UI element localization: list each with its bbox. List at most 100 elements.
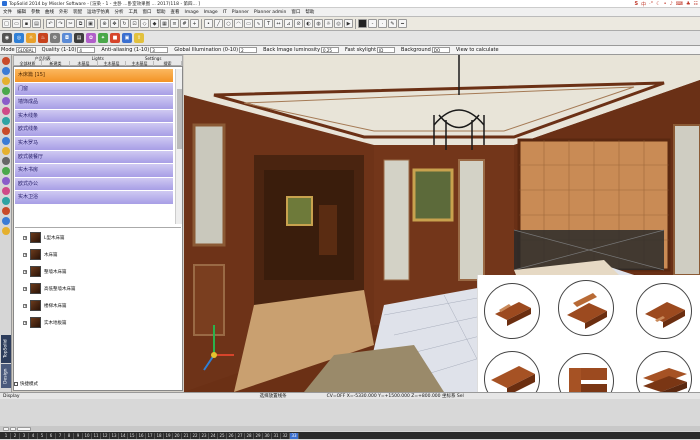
frame-tab[interactable]: 30 <box>263 432 272 439</box>
layer-icon[interactable]: ≡ <box>170 19 179 28</box>
frame-tab[interactable]: 29 <box>254 432 263 439</box>
timeline-slider[interactable] <box>17 426 31 431</box>
point-icon[interactable]: • <box>204 19 213 28</box>
line-icon[interactable]: ╱ <box>214 19 223 28</box>
frame-tab[interactable]: 32 <box>281 432 290 439</box>
frame-tab[interactable]: 11 <box>92 432 101 439</box>
design-tab[interactable]: Design <box>1 364 11 388</box>
punct-icon[interactable]: ·° <box>649 1 653 7</box>
category-item[interactable]: 实木罗马 <box>15 136 173 150</box>
frame-tab[interactable]: 4 <box>29 432 38 439</box>
tool-icon[interactable] <box>1 137 10 145</box>
frame-tab[interactable]: 27 <box>236 432 245 439</box>
menu-item[interactable]: Image <box>185 10 199 15</box>
frame-tab[interactable]: 24 <box>209 432 218 439</box>
category-item[interactable]: 实木线条 <box>15 109 173 123</box>
expand-icon[interactable]: + <box>23 286 27 291</box>
frame-tab[interactable]: 16 <box>137 432 146 439</box>
frame-tab[interactable]: 6 <box>47 432 56 439</box>
pen-icon[interactable]: ✎ <box>388 19 397 28</box>
menu-item[interactable]: 装配 <box>73 9 82 15</box>
play-icon[interactable] <box>3 426 9 431</box>
rect-icon[interactable]: ▭ <box>244 19 253 28</box>
tool-icon[interactable] <box>1 207 10 215</box>
render-icon[interactable]: ▶ <box>344 19 353 28</box>
linestyle-icon[interactable]: - <box>368 19 377 28</box>
text-icon[interactable]: T <box>264 19 273 28</box>
measure-icon[interactable]: ⊿ <box>284 19 293 28</box>
aa-field[interactable]: 3 <box>150 47 169 53</box>
expand-icon[interactable]: + <box>23 303 27 308</box>
tool-icon[interactable] <box>1 97 10 105</box>
menu-item[interactable]: 查看 <box>171 9 180 15</box>
light-bulb-icon[interactable]: ✦ <box>98 33 108 43</box>
undo-icon[interactable]: ↶ <box>46 19 55 28</box>
frame-tab[interactable]: 20 <box>173 432 182 439</box>
menu-item[interactable]: Planner <box>232 10 249 15</box>
category-item[interactable]: 门窗 <box>15 82 173 96</box>
frame-tab[interactable]: 19 <box>164 432 173 439</box>
circle-icon[interactable]: ○ <box>224 19 233 28</box>
frame-tab[interactable]: 5 <box>38 432 47 439</box>
fit-icon[interactable]: ⊡ <box>130 19 139 28</box>
background-select[interactable]: DO <box>431 47 450 53</box>
mic-icon[interactable]: ♪ <box>670 1 673 7</box>
tool-icon[interactable] <box>1 227 10 235</box>
tree-item[interactable]: + 木床篇 <box>23 249 58 260</box>
moon-icon[interactable]: ☾ <box>656 1 660 7</box>
camera-render-icon[interactable]: ◘ <box>62 33 72 43</box>
section-icon[interactable]: ⊘ <box>294 19 303 28</box>
new-icon[interactable]: □ <box>2 19 11 28</box>
color-swatch-icon[interactable] <box>358 19 367 28</box>
tool-icon[interactable] <box>1 187 10 195</box>
tool-icon[interactable] <box>1 67 10 75</box>
tool-icon[interactable] <box>1 127 10 135</box>
menu-item[interactable]: IT <box>223 10 227 15</box>
camera-icon[interactable]: ◎ <box>334 19 343 28</box>
expand-icon[interactable]: + <box>23 235 27 240</box>
category-item[interactable]: 欧式办公 <box>15 177 173 191</box>
width-icon[interactable]: ━ <box>398 19 407 28</box>
menu-item[interactable]: 参数 <box>31 9 40 15</box>
category-item[interactable]: 实木书房 <box>15 164 173 177</box>
frame-tab[interactable]: 33 <box>290 432 299 439</box>
tool-icon[interactable] <box>1 197 10 205</box>
tool-icon[interactable] <box>1 57 10 65</box>
category-item[interactable]: 实木卫浴 <box>15 191 173 204</box>
frame-tab[interactable]: 17 <box>146 432 155 439</box>
lang-icon[interactable]: 中 <box>641 1 646 8</box>
tool-icon[interactable] <box>1 77 10 85</box>
pause-icon[interactable] <box>10 426 16 431</box>
expand-icon[interactable]: + <box>23 252 27 257</box>
frame-tab[interactable]: 8 <box>65 432 74 439</box>
frame-tab[interactable]: 12 <box>101 432 110 439</box>
gi-field[interactable]: 2 <box>239 47 258 53</box>
dim-icon[interactable]: ↔ <box>274 19 283 28</box>
grid-toggle-icon[interactable]: # <box>180 19 189 28</box>
color-icon[interactable]: ◐ <box>304 19 313 28</box>
category-item-active[interactable]: 木床篇 [15] <box>15 69 173 82</box>
print-icon[interactable]: ▤ <box>32 19 41 28</box>
frame-tab[interactable]: 22 <box>191 432 200 439</box>
copy-icon[interactable]: ⧉ <box>76 19 85 28</box>
menu-item[interactable]: Planner admin <box>254 10 287 15</box>
redo-icon[interactable]: ↷ <box>56 19 65 28</box>
category-item[interactable]: 墙饰成品 <box>15 96 173 109</box>
skylight-select[interactable]: ID <box>377 47 396 53</box>
frame-tab[interactable]: 23 <box>200 432 209 439</box>
rotate-icon[interactable]: ↻ <box>120 19 129 28</box>
menu-item[interactable]: 帮助 <box>157 9 166 15</box>
menu-item[interactable]: 外形 <box>59 9 68 15</box>
mode-select[interactable]: GLOBAL <box>15 47 36 53</box>
open-icon[interactable]: ▭ <box>12 19 21 28</box>
dot-icon[interactable]: • <box>664 1 667 7</box>
material-icon[interactable]: ◍ <box>314 19 323 28</box>
frame-tab[interactable]: 25 <box>218 432 227 439</box>
fire-icon[interactable]: ♨ <box>38 33 48 43</box>
tree-item[interactable]: + 整墙木床篇 <box>23 266 67 277</box>
menu-item[interactable]: Image <box>204 10 218 15</box>
wire-icon[interactable]: ◇ <box>140 19 149 28</box>
stop-icon[interactable]: ■ <box>110 33 120 43</box>
menu-item[interactable]: 文件 <box>3 9 12 15</box>
arc-icon[interactable]: ◠ <box>234 19 243 28</box>
